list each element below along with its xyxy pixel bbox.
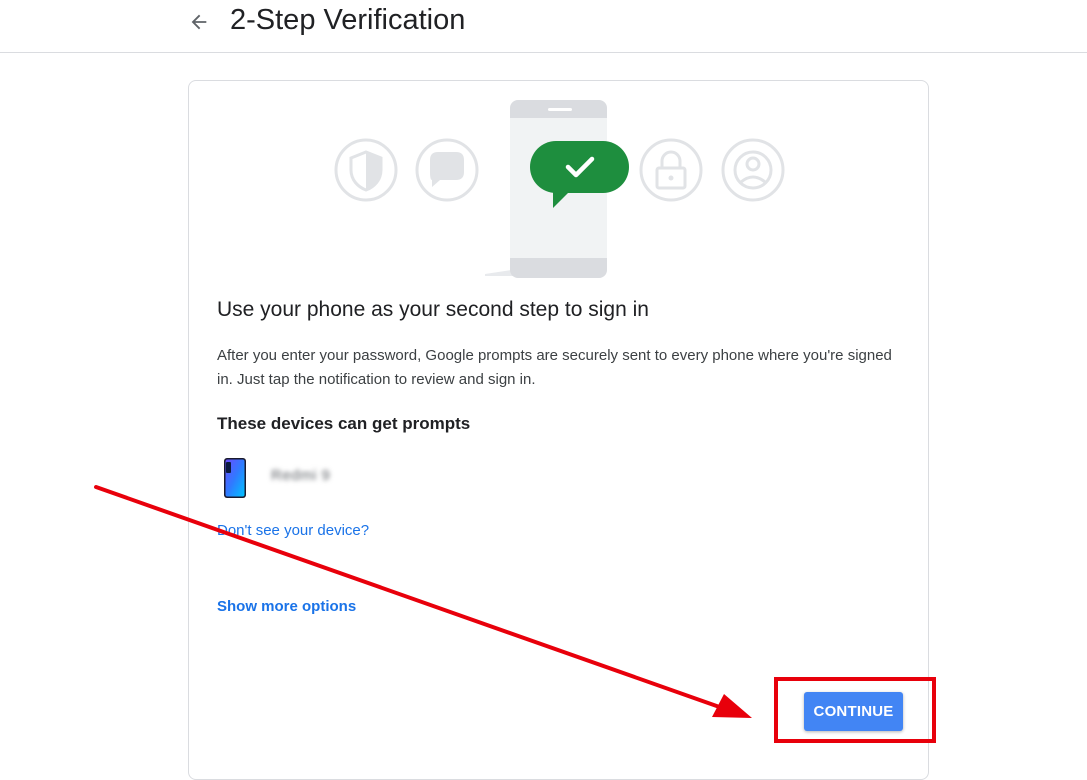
top-bar: 2-Step Verification xyxy=(0,0,1087,53)
lock-icon xyxy=(639,138,703,202)
card-description: After you enter your password, Google pr… xyxy=(217,347,892,388)
account-icon xyxy=(721,138,785,202)
device-item: Redmi 9 xyxy=(217,455,517,501)
shield-icon xyxy=(334,138,398,202)
arrow-back-icon xyxy=(191,14,207,30)
continue-button[interactable]: CONTINUE xyxy=(804,692,903,731)
hero-illustration xyxy=(334,100,785,278)
card-heading: Use your phone as your second step to si… xyxy=(217,298,649,321)
page-title: 2-Step Verification xyxy=(230,4,466,36)
chat-bubble-icon xyxy=(415,138,479,202)
devices-heading: These devices can get prompts xyxy=(217,414,471,433)
smartphone-icon xyxy=(224,458,246,498)
show-more-options-link[interactable]: Show more options xyxy=(217,597,356,617)
back-button[interactable] xyxy=(183,6,215,38)
dont-see-device-link[interactable]: Don't see your device? xyxy=(217,521,369,541)
device-name: Redmi 9 xyxy=(271,467,331,484)
